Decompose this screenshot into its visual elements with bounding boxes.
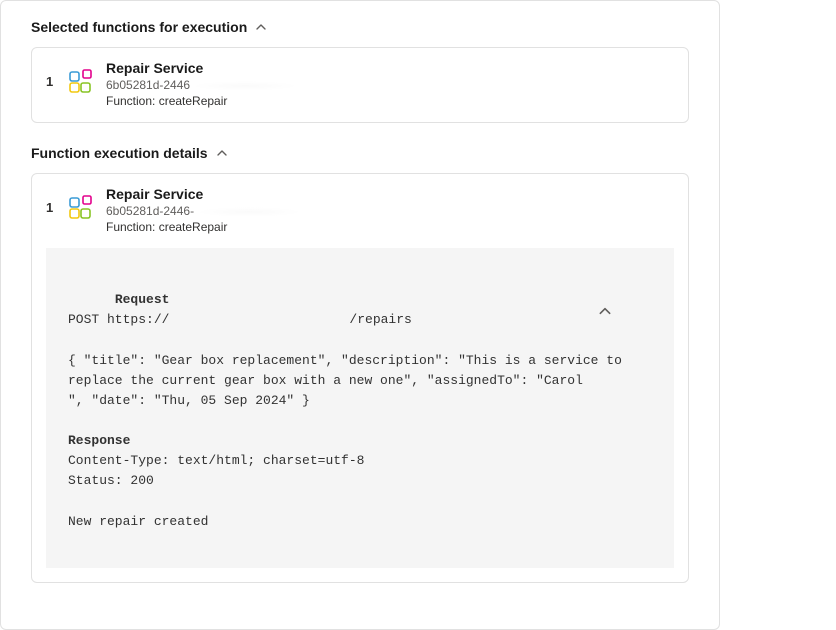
item-index: 1 xyxy=(46,74,60,89)
redacted-text xyxy=(591,375,639,385)
service-title: Repair Service xyxy=(106,186,674,202)
function-name: Function: createRepair xyxy=(106,94,674,108)
service-id: 6b05281d-2446- xyxy=(106,204,674,218)
plugin-icon xyxy=(66,68,94,96)
response-heading: Response xyxy=(68,433,130,448)
redacted-text xyxy=(190,81,300,91)
request-response-block: Request POST https:///repairs { "title":… xyxy=(46,248,674,568)
response-status: Status: 200 xyxy=(68,473,154,488)
execution-details-header[interactable]: Function execution details xyxy=(31,145,689,161)
selected-functions-header[interactable]: Selected functions for execution xyxy=(31,19,689,35)
plugin-icon xyxy=(66,194,94,222)
selected-function-card: 1 Repair Service 6b05281d-2446 Function:… xyxy=(31,47,689,123)
selected-functions-heading: Selected functions for execution xyxy=(31,19,247,35)
redacted-text xyxy=(169,315,349,325)
collapse-toggle[interactable] xyxy=(598,264,660,359)
functions-panel: Selected functions for execution 1 Repai… xyxy=(0,0,720,630)
redacted-text xyxy=(194,207,304,217)
execution-detail-card: 1 Repair Service 6b05281d-2446- Function… xyxy=(31,173,689,583)
chevron-up-icon xyxy=(216,147,228,159)
request-body: { "title": "Gear box replacement", "desc… xyxy=(68,353,639,408)
request-method-line: POST https:///repairs xyxy=(68,312,412,327)
request-heading: Request xyxy=(115,292,170,307)
response-body: New repair created xyxy=(68,514,208,529)
response-content-type: Content-Type: text/html; charset=utf-8 xyxy=(68,453,364,468)
item-index: 1 xyxy=(46,200,60,215)
service-title: Repair Service xyxy=(106,60,674,76)
service-id: 6b05281d-2446 xyxy=(106,78,674,92)
execution-details-heading: Function execution details xyxy=(31,145,208,161)
function-name: Function: createRepair xyxy=(106,220,674,234)
chevron-up-icon xyxy=(255,21,267,33)
